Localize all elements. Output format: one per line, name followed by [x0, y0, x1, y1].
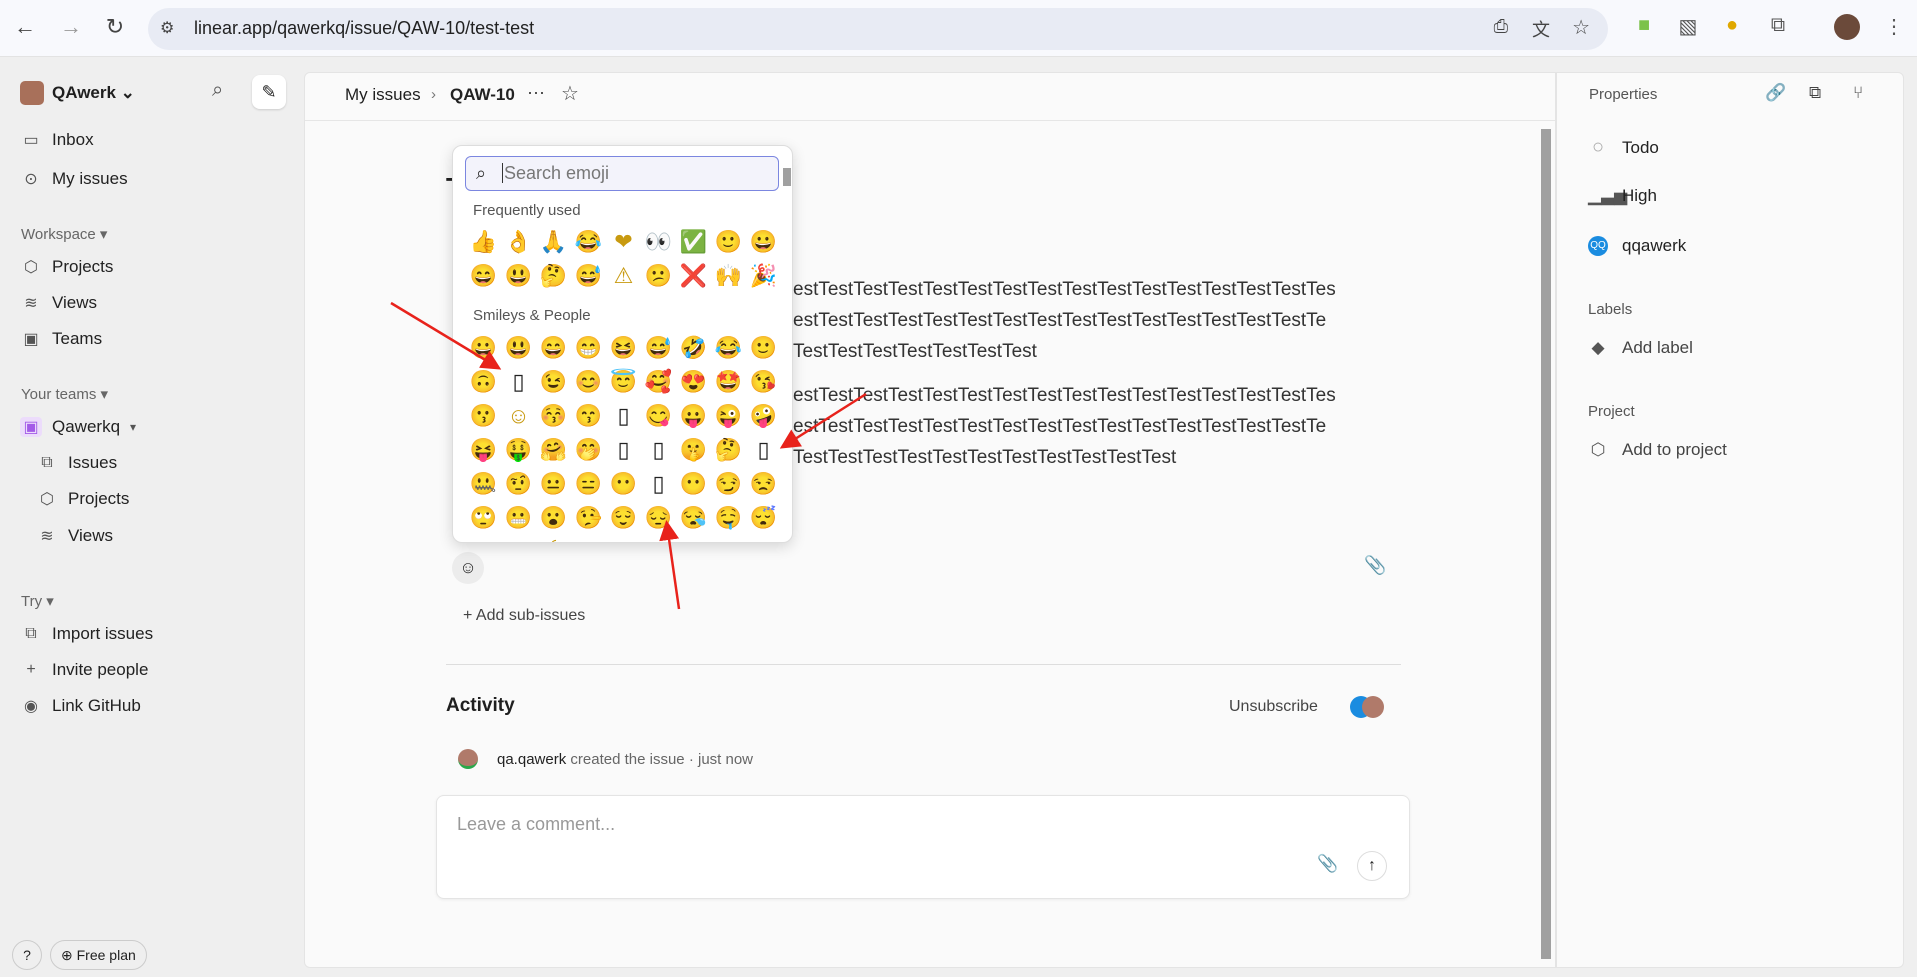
annotation-arrow	[659, 520, 681, 610]
annotation-arrow	[779, 392, 867, 449]
annotation-arrows	[390, 301, 867, 610]
annotation-arrow	[390, 301, 502, 370]
